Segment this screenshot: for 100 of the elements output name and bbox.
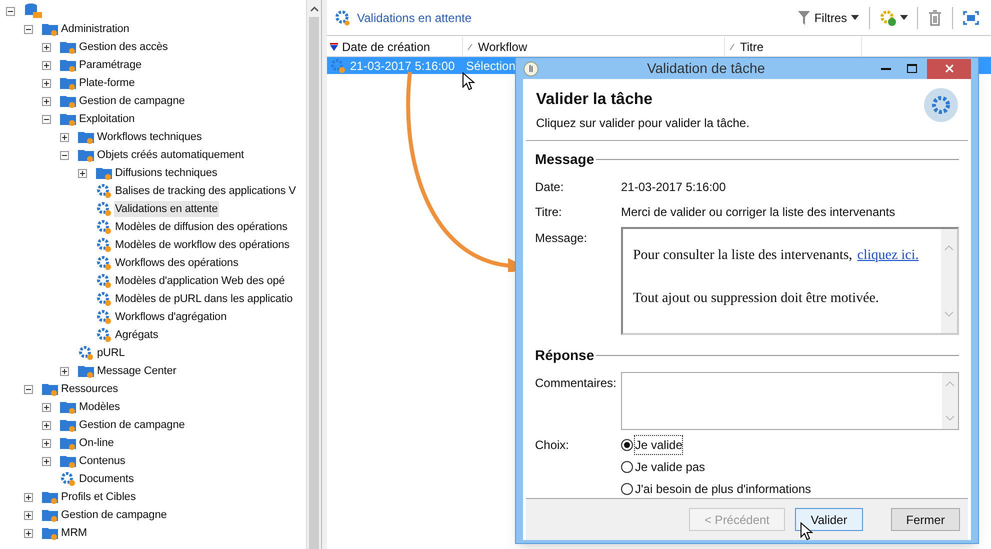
tree-item[interactable]: Diffusions techniques <box>114 165 218 181</box>
trash-icon <box>928 10 942 26</box>
folder-icon <box>96 165 112 181</box>
expand-icon[interactable] <box>42 78 51 88</box>
folder-icon <box>60 399 76 415</box>
collapse-icon[interactable] <box>24 24 33 34</box>
dialog-button[interactable]: Valider <box>795 508 863 531</box>
caret-icon <box>900 15 908 20</box>
collapse-icon[interactable] <box>42 114 51 124</box>
filters-button[interactable]: Filtres <box>794 8 863 26</box>
message-text: Pour consulter la liste des intervenants, <box>633 247 852 265</box>
table-cell-text: 21-03-2017 5:16:00 <box>350 58 455 74</box>
tree-item[interactable]: Profils et Cibles <box>60 489 137 505</box>
radio-option[interactable]: J'ai besoin de plus d'informations <box>621 480 812 498</box>
tree-item[interactable]: Objets créés automatiquement <box>96 147 246 163</box>
expand-icon[interactable] <box>42 60 51 70</box>
tree-item[interactable]: Modèles d'application Web des opé <box>114 273 286 289</box>
tree-item[interactable]: Gestion des accès <box>78 39 169 55</box>
expand-icon[interactable] <box>42 42 51 52</box>
tree-item[interactable]: On-line <box>78 435 115 451</box>
folder-icon <box>60 75 76 91</box>
tree-item[interactable]: Modèles de diffusion des opérations <box>114 219 288 235</box>
tree-item[interactable]: Gestion de campagne <box>78 93 186 109</box>
tree-item[interactable]: Plate-forme <box>78 75 136 91</box>
expand-icon[interactable] <box>24 528 33 538</box>
tree-item[interactable]: Message Center <box>96 363 178 379</box>
sort-handle-icon <box>728 42 736 50</box>
tree-item[interactable]: Contenus <box>78 453 126 469</box>
tree-item[interactable]: Documents <box>78 471 135 487</box>
tree-item[interactable]: MRM <box>60 525 88 541</box>
folder-icon <box>42 21 58 37</box>
tree-item[interactable]: Agrégats <box>114 327 160 343</box>
collapse-icon[interactable] <box>24 384 33 394</box>
scroll-up-icon <box>945 381 955 387</box>
dialog-button[interactable]: Fermer <box>891 508 960 531</box>
sort-handle-icon <box>466 42 474 50</box>
tree-item[interactable]: Modèles de pURL dans les applicatio <box>114 291 294 307</box>
tree-item[interactable]: Workflows techniques <box>96 129 203 145</box>
field-value: 21-03-2017 5:16:00 <box>621 179 726 196</box>
expand-icon[interactable] <box>24 492 33 502</box>
message-text: Tout ajout ou suppression doit être motivée. <box>633 290 879 308</box>
tree-item[interactable]: Gestion de campagne <box>78 417 186 433</box>
collapse-icon[interactable] <box>6 6 15 16</box>
folder-icon <box>60 39 76 55</box>
expand-icon[interactable] <box>78 168 87 178</box>
radio-option[interactable]: Je valide <box>621 436 812 454</box>
scroll-down-icon <box>944 311 954 317</box>
radio-button[interactable] <box>621 483 633 495</box>
expand-icon[interactable] <box>24 510 33 520</box>
gear-icon <box>96 183 112 199</box>
scrollbar[interactable] <box>941 229 957 333</box>
expand-icon[interactable] <box>60 132 69 142</box>
gear-icon <box>60 471 76 487</box>
folder-icon <box>42 489 58 505</box>
tree-item[interactable]: pURL <box>96 345 126 361</box>
radio-button[interactable] <box>621 461 633 473</box>
field-label: Commentaires: <box>535 375 618 392</box>
folder-icon <box>78 129 94 145</box>
expand-icon[interactable] <box>42 438 51 448</box>
expand-icon[interactable] <box>42 96 51 106</box>
tree-item[interactable]: Modèles de workflow des opérations <box>114 237 291 253</box>
radio-button[interactable] <box>621 439 633 451</box>
radio-option[interactable]: Je valide pas <box>621 458 812 476</box>
toolbar-title[interactable]: Validations en attente <box>357 8 472 26</box>
comments-field[interactable] <box>621 372 959 430</box>
sort-icon <box>330 42 338 50</box>
tree-item[interactable]: Paramétrage <box>78 57 142 73</box>
expand-icon <box>963 10 979 24</box>
gear-icon <box>96 327 112 343</box>
folder-icon <box>78 147 94 163</box>
expand-icon[interactable] <box>42 420 51 430</box>
close-button[interactable] <box>927 58 971 78</box>
mouse-pointer-icon <box>800 522 813 541</box>
gear-icon <box>96 255 112 271</box>
column-header[interactable]: Titre <box>725 37 862 56</box>
collapse-icon[interactable] <box>60 150 69 160</box>
tree-item[interactable]: Ressources <box>60 381 120 397</box>
mouse-pointer-icon <box>462 72 475 91</box>
scroll-up-icon <box>944 245 954 251</box>
database-icon <box>24 3 42 19</box>
tree-item[interactable]: Modèles <box>78 399 121 415</box>
dialog-heading: Valider la tâche <box>536 90 654 110</box>
gear-icon <box>335 10 351 26</box>
expand-icon[interactable] <box>42 456 51 466</box>
tree-item[interactable]: Workflows d'agrégation <box>114 309 228 325</box>
tree-item[interactable]: Administration <box>60 21 130 37</box>
expand-icon[interactable] <box>60 366 69 376</box>
tree-item[interactable]: Balises de tracking des applications V <box>114 183 297 199</box>
expand-icon[interactable] <box>42 402 51 412</box>
column-header[interactable]: Date de création <box>327 37 463 56</box>
scroll-up-icon[interactable] <box>310 6 318 12</box>
column-header[interactable]: Workflow <box>463 37 725 56</box>
tree-item[interactable]: Validations en attente <box>114 201 219 217</box>
scrollbar[interactable] <box>306 0 321 549</box>
dialog-title: Validation de tâche <box>646 59 766 78</box>
folder-icon <box>60 417 76 433</box>
link[interactable]: cliquez ici. <box>857 245 919 266</box>
tree-item[interactable]: Gestion de campagne <box>60 507 168 523</box>
tree-item[interactable]: Exploitation <box>78 111 136 127</box>
tree-item[interactable]: Workflows des opérations <box>114 255 240 271</box>
